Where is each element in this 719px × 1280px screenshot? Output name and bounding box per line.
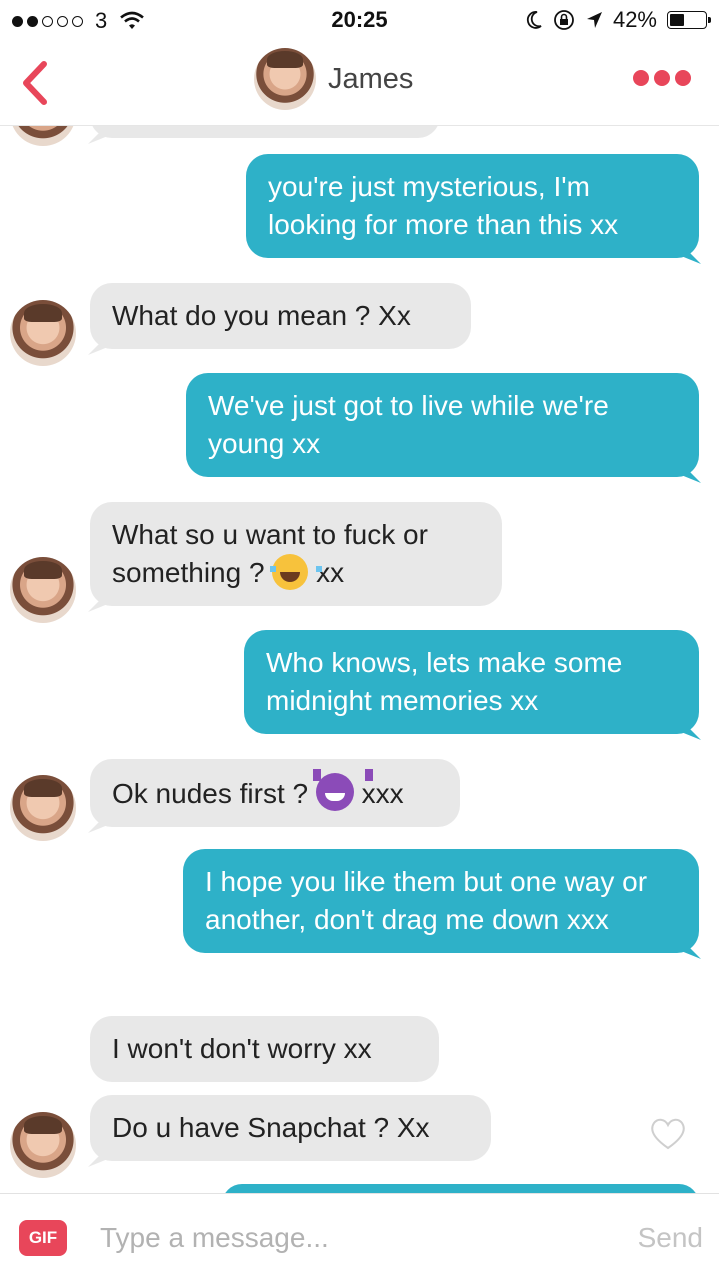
received-message: What do you mean ? Xx bbox=[90, 283, 471, 349]
back-chevron-icon[interactable] bbox=[14, 58, 58, 108]
sent-message: We've just got to live while we're young… bbox=[186, 373, 699, 477]
send-button[interactable]: Send bbox=[638, 1222, 703, 1254]
received-message: Ok nudes first ? xxx bbox=[90, 759, 460, 827]
contact-avatar bbox=[10, 300, 76, 366]
more-options-icon[interactable] bbox=[633, 70, 691, 86]
sent-message: I hope you like them but one way or anot… bbox=[183, 849, 699, 953]
battery-fill bbox=[670, 14, 685, 26]
heart-icon[interactable] bbox=[648, 1115, 688, 1151]
battery-icon bbox=[667, 11, 711, 29]
location-arrow-icon bbox=[586, 12, 602, 28]
sent-message: Who knows, lets make some midnight memor… bbox=[244, 630, 699, 734]
status-bar: 3 20:25 42% bbox=[0, 0, 719, 40]
face-with-tears-of-joy-icon bbox=[270, 554, 323, 590]
contact-title[interactable]: James bbox=[254, 48, 413, 110]
rotation-lock-icon bbox=[554, 10, 574, 30]
moon-icon bbox=[526, 11, 542, 29]
contact-avatar bbox=[10, 557, 76, 623]
contact-name: James bbox=[328, 62, 414, 95]
message-input[interactable] bbox=[100, 1214, 600, 1262]
battery-percent: 42% bbox=[612, 7, 657, 32]
message-composer: GIF Send bbox=[0, 1193, 719, 1280]
contact-avatar bbox=[10, 775, 76, 841]
gif-button[interactable]: GIF bbox=[19, 1220, 67, 1256]
contact-avatar bbox=[10, 1112, 76, 1178]
smiling-devil-icon bbox=[315, 773, 354, 811]
received-message: I won't don't worry xx bbox=[90, 1016, 439, 1082]
received-message: Do u have Snapchat ? Xx bbox=[90, 1095, 491, 1161]
chat-header: James bbox=[0, 40, 719, 126]
contact-avatar bbox=[254, 48, 316, 110]
sent-message: you're just mysterious, I'm looking for … bbox=[246, 154, 699, 258]
received-message: What so u want to fuck or something ? xx bbox=[90, 502, 502, 606]
